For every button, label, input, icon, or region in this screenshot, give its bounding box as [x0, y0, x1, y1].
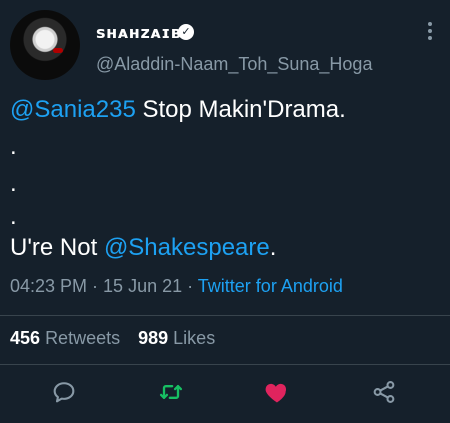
- author-display-name[interactable]: ꜱʜᴀʜᴢᴀɪʙ: [96, 23, 181, 42]
- tweet-time[interactable]: 04:23 PM: [10, 276, 87, 296]
- avatar-accent: [53, 48, 63, 53]
- more-options-button[interactable]: [427, 20, 433, 42]
- tweet-text-line-1: @Sania235 Stop Makin'Drama.: [10, 96, 346, 124]
- tweet-dot: .: [10, 203, 17, 230]
- tweet-text-line-2: U're Not @Shakespeare.: [10, 234, 276, 262]
- tweet-source-link[interactable]: Twitter for Android: [198, 276, 343, 296]
- tweet-meta: 04:23 PM · 15 Jun 21 · Twitter for Andro…: [10, 276, 343, 297]
- likes-label: Likes: [173, 328, 216, 348]
- likes-stat[interactable]: 989 Likes: [138, 328, 215, 348]
- heart-icon: [265, 383, 287, 403]
- tweet-date[interactable]: 15 Jun 21: [103, 276, 182, 296]
- likes-count: 989: [138, 328, 169, 348]
- tweet-detail: ꜱʜᴀʜᴢᴀɪʙ ✓ @Aladdin-Naam_Toh_Suna_Hoga @…: [0, 0, 450, 423]
- share-button[interactable]: [370, 378, 398, 406]
- tweet-dot: .: [10, 170, 17, 197]
- verified-badge-icon: ✓: [178, 24, 194, 40]
- divider: [0, 364, 450, 365]
- like-button[interactable]: [263, 378, 291, 406]
- more-vertical-icon: [428, 22, 432, 26]
- retweets-stat[interactable]: 456 Retweets: [10, 328, 120, 348]
- mention-link[interactable]: @Sania235: [10, 96, 136, 123]
- retweets-label: Retweets: [45, 328, 121, 348]
- tweet-text: Stop Makin'Drama.: [135, 96, 346, 123]
- divider: [0, 315, 450, 316]
- mention-link[interactable]: @Shakespeare: [104, 234, 270, 261]
- tweet-dot: .: [10, 133, 17, 160]
- retweet-button[interactable]: [157, 378, 185, 406]
- retweet-icon: [159, 385, 183, 399]
- meta-separator: ·: [182, 276, 198, 296]
- tweet-text-end: .: [269, 234, 277, 261]
- retweets-count: 456: [10, 328, 41, 348]
- engagement-stats: 456 Retweets 989 Likes: [10, 328, 215, 349]
- share-icon: [373, 381, 395, 403]
- tweet-text: U're Not: [10, 234, 104, 261]
- author-handle[interactable]: @Aladdin-Naam_Toh_Suna_Hoga: [96, 54, 372, 75]
- reply-button[interactable]: [50, 378, 78, 406]
- avatar[interactable]: [10, 10, 80, 80]
- reply-icon: [53, 382, 75, 403]
- meta-separator: ·: [87, 276, 104, 296]
